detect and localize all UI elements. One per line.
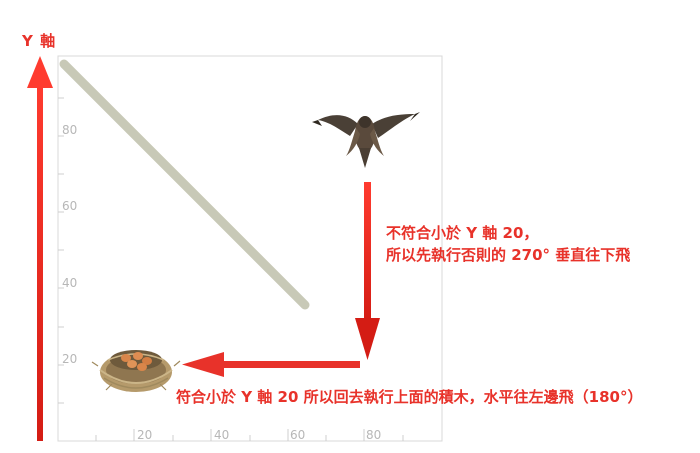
x-tick-label: 20 <box>137 428 153 442</box>
y-tick-label: 40 <box>62 276 78 290</box>
y-tick-label: 80 <box>62 123 78 137</box>
diagram-canvas <box>27 55 443 442</box>
y-tick-label: 20 <box>62 352 78 366</box>
note-fly-down: 所以先執行否則的 270° 垂直往下飛 <box>386 246 631 264</box>
y-axis-arrow <box>27 56 53 441</box>
note-fly-left: 符合小於 Y 軸 20 所以回去執行上面的積木，水平往左邊飛（180°） <box>176 388 643 406</box>
x-tick-label: 60 <box>290 428 306 442</box>
x-tick-label: 80 <box>366 428 382 442</box>
y-tick-label: 60 <box>62 199 78 213</box>
diagram-stage: 80 60 40 20 20 40 60 80 Y 軸 不符合小於 Y 軸 20… <box>0 0 700 449</box>
note-condition-false: 不符合小於 Y 軸 20， <box>386 224 539 242</box>
y-axis-title: Y 軸 <box>22 32 57 50</box>
x-tick-label: 40 <box>214 428 230 442</box>
